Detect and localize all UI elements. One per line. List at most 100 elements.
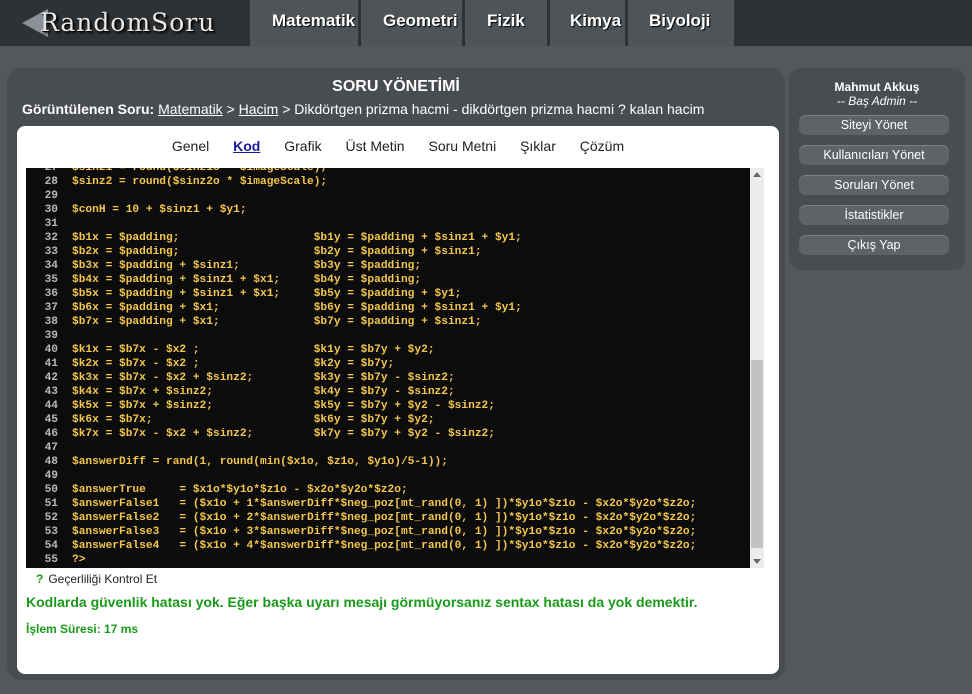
- breadcrumb-link-hacim[interactable]: Hacim: [239, 101, 279, 117]
- user-role: -- Baş Admin --: [836, 94, 918, 108]
- code-text: $b6x = $padding + $x1; $b6y = $padding +…: [72, 302, 522, 314]
- nav-item-matematik[interactable]: Matematik: [250, 0, 358, 46]
- tab-cozum[interactable]: Çözüm: [580, 138, 624, 154]
- scroll-up-icon[interactable]: [753, 172, 761, 177]
- code-text: $sinz1 = round($sinz1o * $imageScale);: [72, 168, 328, 174]
- code-text: $b1x = $padding; $b1y = $padding + $sinz…: [72, 232, 522, 244]
- code-line: 46 $k7x = $b7x - $x2 + $sinz2; $k7y = $b7…: [26, 427, 746, 441]
- question-management-panel: SORU YÖNETİMİ Görüntülenen Soru: Matemat…: [7, 68, 785, 680]
- editor-scrollbar[interactable]: [750, 168, 764, 568]
- code-editor[interactable]: 27 $sinz1 = round($sinz1o * $imageScale);…: [26, 168, 764, 568]
- code-text: $k4x = $b7x + $sinz2; $k4y = $b7y - $sin…: [72, 386, 455, 398]
- code-text: $answerDiff = rand(1, round(min($x1o, $z…: [72, 456, 448, 468]
- content-area: Genel Kod Grafik Üst Metin Soru Metni Şı…: [17, 126, 779, 674]
- nav-item-geometri[interactable]: Geometri: [361, 0, 462, 46]
- code-lines: 27 $sinz1 = round($sinz1o * $imageScale);…: [26, 168, 746, 567]
- breadcrumb-current: Dikdörtgen prizma hacmi - dikdörtgen pri…: [294, 101, 705, 117]
- line-number: 33: [44, 246, 58, 258]
- user-name: Mahmut Akkuş: [834, 80, 920, 94]
- statistics-button[interactable]: İstatistikler: [799, 205, 949, 225]
- code-text: ?>: [72, 554, 86, 566]
- line-number: 28: [44, 176, 58, 188]
- line-number: 41: [44, 358, 58, 370]
- line-number: 43: [44, 386, 58, 398]
- code-text: $b7x = $padding + $x1; $b7y = $padding +…: [72, 316, 482, 328]
- nav-item-kimya[interactable]: Kimya: [550, 0, 625, 46]
- code-text: $k2x = $b7x - $x2 ; $k2y = $b7y;: [72, 358, 395, 370]
- validate-button[interactable]: ? Geçerliliği Kontrol Et: [36, 572, 157, 586]
- code-text: $k5x = $b7x + $sinz2; $k5y = $b7y + $y2 …: [72, 400, 495, 412]
- manage-site-button[interactable]: Siteyi Yönet: [799, 115, 949, 135]
- code-line: 52 $answerFalse2 = ($x1o + 2*$answerDiff*…: [26, 511, 746, 525]
- code-line: 51 $answerFalse1 = ($x1o + 1*$answerDiff*…: [26, 497, 746, 511]
- code-text: $b3x = $padding + $sinz1; $b3y = $paddin…: [72, 260, 422, 272]
- logo[interactable]: RandomSoru: [22, 3, 232, 43]
- tab-kod[interactable]: Kod: [233, 138, 260, 154]
- page-title: SORU YÖNETİMİ: [332, 78, 460, 95]
- line-number: 42: [44, 372, 58, 384]
- code-line: 55 ?>: [26, 553, 746, 567]
- manage-users-button[interactable]: Kullanıcıları Yönet: [799, 145, 949, 165]
- processing-time: İşlem Süresi: 17 ms: [26, 622, 139, 636]
- top-bar: RandomSoru Matematik Geometri Fizik Kimy…: [0, 0, 972, 46]
- nav-item-biyoloji[interactable]: Biyoloji: [628, 0, 734, 46]
- code-line: 43 $k4x = $b7x + $sinz2; $k4y = $b7y - $s…: [26, 385, 746, 399]
- line-number: 44: [44, 400, 58, 412]
- code-text: $answerFalse2 = ($x1o + 2*$answerDiff*$n…: [72, 512, 697, 524]
- line-number: 49: [44, 470, 58, 482]
- main-nav: Matematik Geometri Fizik Kimya Biyoloji: [250, 0, 737, 46]
- tab-siklar[interactable]: Şıklar: [520, 138, 556, 154]
- tab-ust-metin[interactable]: Üst Metin: [345, 138, 404, 154]
- scroll-down-icon[interactable]: [753, 559, 761, 564]
- logout-button[interactable]: Çıkış Yap: [799, 235, 949, 255]
- line-number: 30: [44, 204, 58, 216]
- breadcrumb-separator: >: [226, 101, 235, 117]
- code-line: 41 $k2x = $b7x - $x2 ; $k2y = $b7y;: [26, 357, 746, 371]
- code-line: 35 $b4x = $padding + $sinz1 + $x1; $b4y =…: [26, 273, 746, 287]
- code-line: 42 $k3x = $b7x - $x2 + $sinz2; $k3y = $b7…: [26, 371, 746, 385]
- nav-item-fizik[interactable]: Fizik: [465, 0, 547, 46]
- line-number: 47: [44, 442, 58, 454]
- code-line: 53 $answerFalse3 = ($x1o + 3*$answerDiff*…: [26, 525, 746, 539]
- tab-genel[interactable]: Genel: [172, 138, 209, 154]
- code-line: 28 $sinz2 = round($sinz2o * $imageScale);: [26, 175, 746, 189]
- manage-questions-button[interactable]: Soruları Yönet: [799, 175, 949, 195]
- tab-grafik[interactable]: Grafik: [284, 138, 321, 154]
- code-line: 30 $conH = 10 + $sinz1 + $y1;: [26, 203, 746, 217]
- code-line: 33 $b2x = $padding; $b2y = $padding + $si…: [26, 245, 746, 259]
- breadcrumb-prefix: Görüntülenen Soru:: [22, 101, 155, 117]
- code-line: 29: [26, 189, 746, 203]
- code-text: $b2x = $padding; $b2y = $padding + $sinz…: [72, 246, 482, 258]
- code-text: $k7x = $b7x - $x2 + $sinz2; $k7y = $b7y …: [72, 428, 495, 440]
- line-number: 29: [44, 190, 58, 202]
- code-text: $conH = 10 + $sinz1 + $y1;: [72, 204, 247, 216]
- question-icon: ?: [36, 572, 44, 586]
- code-text: $k6x = $b7x; $k6y = $b7y + $y2;: [72, 414, 435, 426]
- validate-label: Geçerliliği Kontrol Et: [48, 572, 158, 586]
- line-number: 48: [44, 456, 58, 468]
- scroll-thumb[interactable]: [751, 360, 763, 548]
- code-line: 39: [26, 329, 746, 343]
- line-number: 31: [44, 218, 58, 230]
- line-number: 37: [44, 302, 58, 314]
- code-line: 38 $b7x = $padding + $x1; $b7y = $padding…: [26, 315, 746, 329]
- code-line: 36 $b5x = $padding + $sinz1 + $x1; $b5y =…: [26, 287, 746, 301]
- code-text: $sinz2 = round($sinz2o * $imageScale);: [72, 176, 328, 188]
- line-number: 46: [44, 428, 58, 440]
- code-text: $answerFalse4 = ($x1o + 4*$answerDiff*$n…: [72, 540, 697, 552]
- breadcrumb-link-matematik[interactable]: Matematik: [158, 101, 223, 117]
- code-text: $answerFalse3 = ($x1o + 3*$answerDiff*$n…: [72, 526, 697, 538]
- line-number: 53: [44, 526, 58, 538]
- line-number: 36: [44, 288, 58, 300]
- line-number: 54: [44, 540, 58, 552]
- tab-soru-metni[interactable]: Soru Metni: [428, 138, 496, 154]
- code-line: 47: [26, 441, 746, 455]
- code-line: 54 $answerFalse4 = ($x1o + 4*$answerDiff*…: [26, 539, 746, 553]
- code-text: $answerFalse1 = ($x1o + 1*$answerDiff*$n…: [72, 498, 697, 510]
- line-number: 45: [44, 414, 58, 426]
- code-text: $b4x = $padding + $sinz1 + $x1; $b4y = $…: [72, 274, 422, 286]
- code-line: 45 $k6x = $b7x; $k6y = $b7y + $y2;: [26, 413, 746, 427]
- line-number: 39: [44, 330, 58, 342]
- line-number: 38: [44, 316, 58, 328]
- code-line: 49: [26, 469, 746, 483]
